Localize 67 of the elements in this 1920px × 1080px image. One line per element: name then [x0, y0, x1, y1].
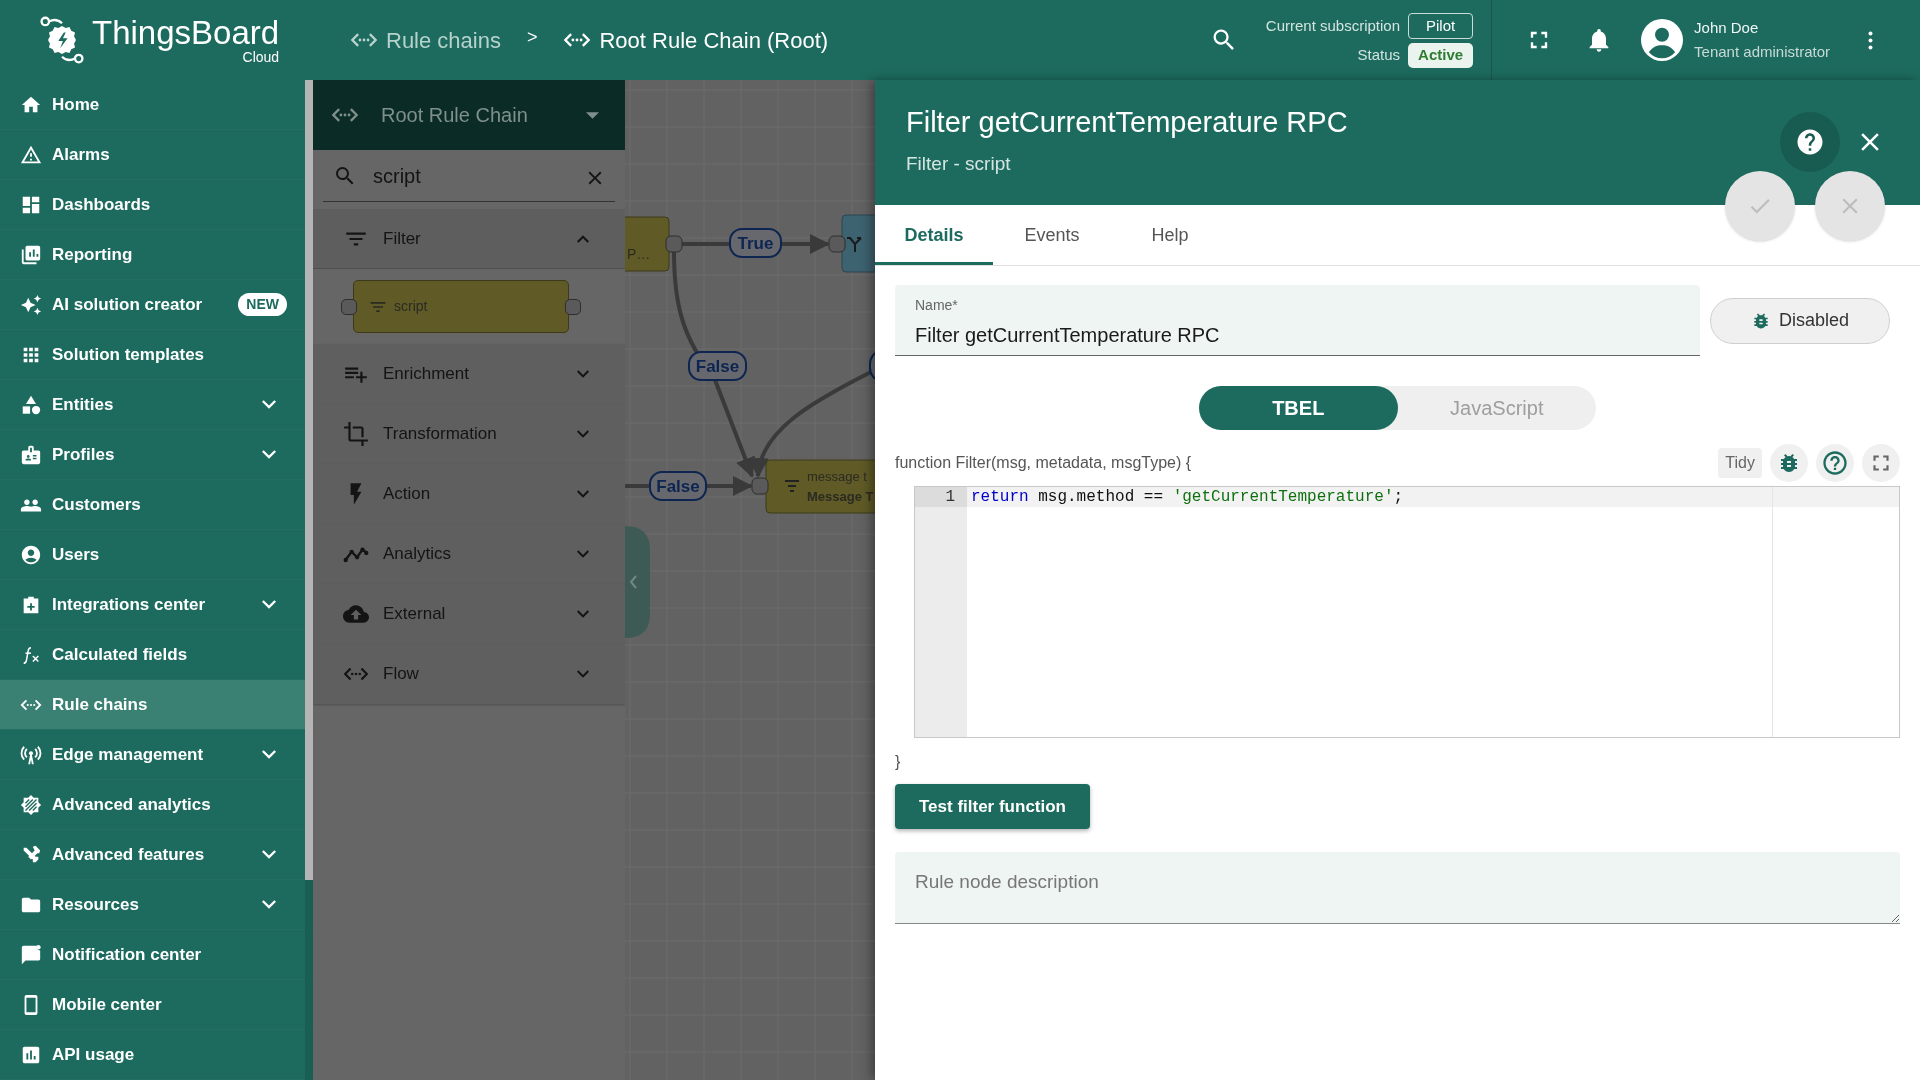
chevron-left-icon — [629, 575, 637, 589]
connector-port — [665, 235, 683, 253]
rule-node[interactable] — [625, 216, 670, 272]
search-input[interactable]: script — [373, 160, 563, 191]
account-icon — [20, 543, 42, 566]
fork-icon — [846, 237, 862, 253]
brand-name: ThingsBoard — [92, 16, 280, 50]
chat-icon — [20, 943, 42, 966]
new-badge: NEW — [238, 293, 287, 316]
chevron-down-icon — [577, 670, 589, 678]
panel-subtitle: Filter - script — [906, 152, 1012, 176]
rule-node[interactable] — [841, 214, 875, 273]
dropdown-icon — [586, 111, 599, 119]
user-role: Tenant administrator — [1694, 42, 1830, 62]
panel-title: Filter getCurrentTemperature RPC — [906, 105, 1349, 140]
tab[interactable]: Events — [993, 205, 1111, 265]
user-name: John Doe — [1694, 18, 1760, 38]
analytics-icon — [20, 793, 42, 816]
sparkle-icon — [20, 293, 42, 316]
chevron-down-icon — [577, 490, 589, 498]
plan-badge: Pilot — [1408, 12, 1474, 39]
connector-port — [565, 298, 581, 315]
chevron-down-icon — [577, 430, 589, 438]
connector-port — [341, 298, 357, 315]
function-closing: } — [895, 752, 902, 772]
help-icon — [1821, 449, 1849, 477]
debug-button[interactable]: Disabled — [1710, 297, 1890, 344]
status-label: Status — [1356, 45, 1401, 65]
chevron-down-icon — [577, 370, 589, 378]
description-field[interactable]: Rule node description — [895, 852, 1900, 924]
function-signature: function Filter(msg, metadata, msgType) { — [895, 453, 1193, 473]
debug-script-button[interactable] — [1770, 444, 1808, 482]
report-icon — [20, 243, 42, 266]
status-badge: Active — [1408, 43, 1474, 68]
rule-node[interactable] — [765, 459, 875, 514]
antenna-icon — [20, 743, 42, 766]
breadcrumb-link[interactable]: Rule chains — [350, 23, 501, 57]
badge-icon — [20, 443, 42, 466]
crop-icon — [343, 421, 369, 447]
breadcrumb-link[interactable]: Root Rule Chain (Root) — [563, 23, 829, 57]
code-editor[interactable]: 1 return msg.method == 'getCurrentTemperature'; — [914, 486, 1900, 738]
tidy-button[interactable]: Tidy — [1718, 448, 1762, 478]
test-button[interactable]: Test filter function — [895, 784, 1090, 829]
line-number: 1 — [915, 487, 967, 507]
name-input[interactable]: Filter getCurrentTemperature RPC — [915, 320, 1680, 350]
field-label: Name* — [915, 296, 959, 315]
filter-icon — [785, 480, 799, 492]
collapse-handle[interactable] — [625, 526, 650, 638]
help-icon — [1795, 127, 1825, 157]
connector-port — [828, 235, 846, 253]
connector-port — [751, 477, 769, 495]
chevron-down-icon — [577, 610, 589, 618]
chevron-up-icon — [577, 234, 589, 243]
fullscreen-button[interactable] — [1862, 444, 1900, 482]
discard-button[interactable] — [1815, 171, 1885, 241]
help-button[interactable] — [1816, 444, 1854, 482]
tab[interactable]: Details — [875, 205, 993, 265]
sidebar-item[interactable]: Rule chains — [0, 680, 305, 730]
brand-edition: Cloud — [242, 50, 280, 64]
avatar-icon — [1641, 19, 1684, 61]
chevron-down-icon — [577, 550, 589, 558]
name-field[interactable]: Name* Filter getCurrentTemperature RPC — [895, 285, 1700, 356]
breadcrumb-separator: > — [526, 25, 538, 49]
more-icon — [1867, 30, 1873, 50]
tab[interactable]: Help — [1111, 205, 1229, 265]
subscription-label: Current subscription — [1265, 15, 1401, 36]
language-option[interactable]: TBEL — [1199, 386, 1398, 430]
